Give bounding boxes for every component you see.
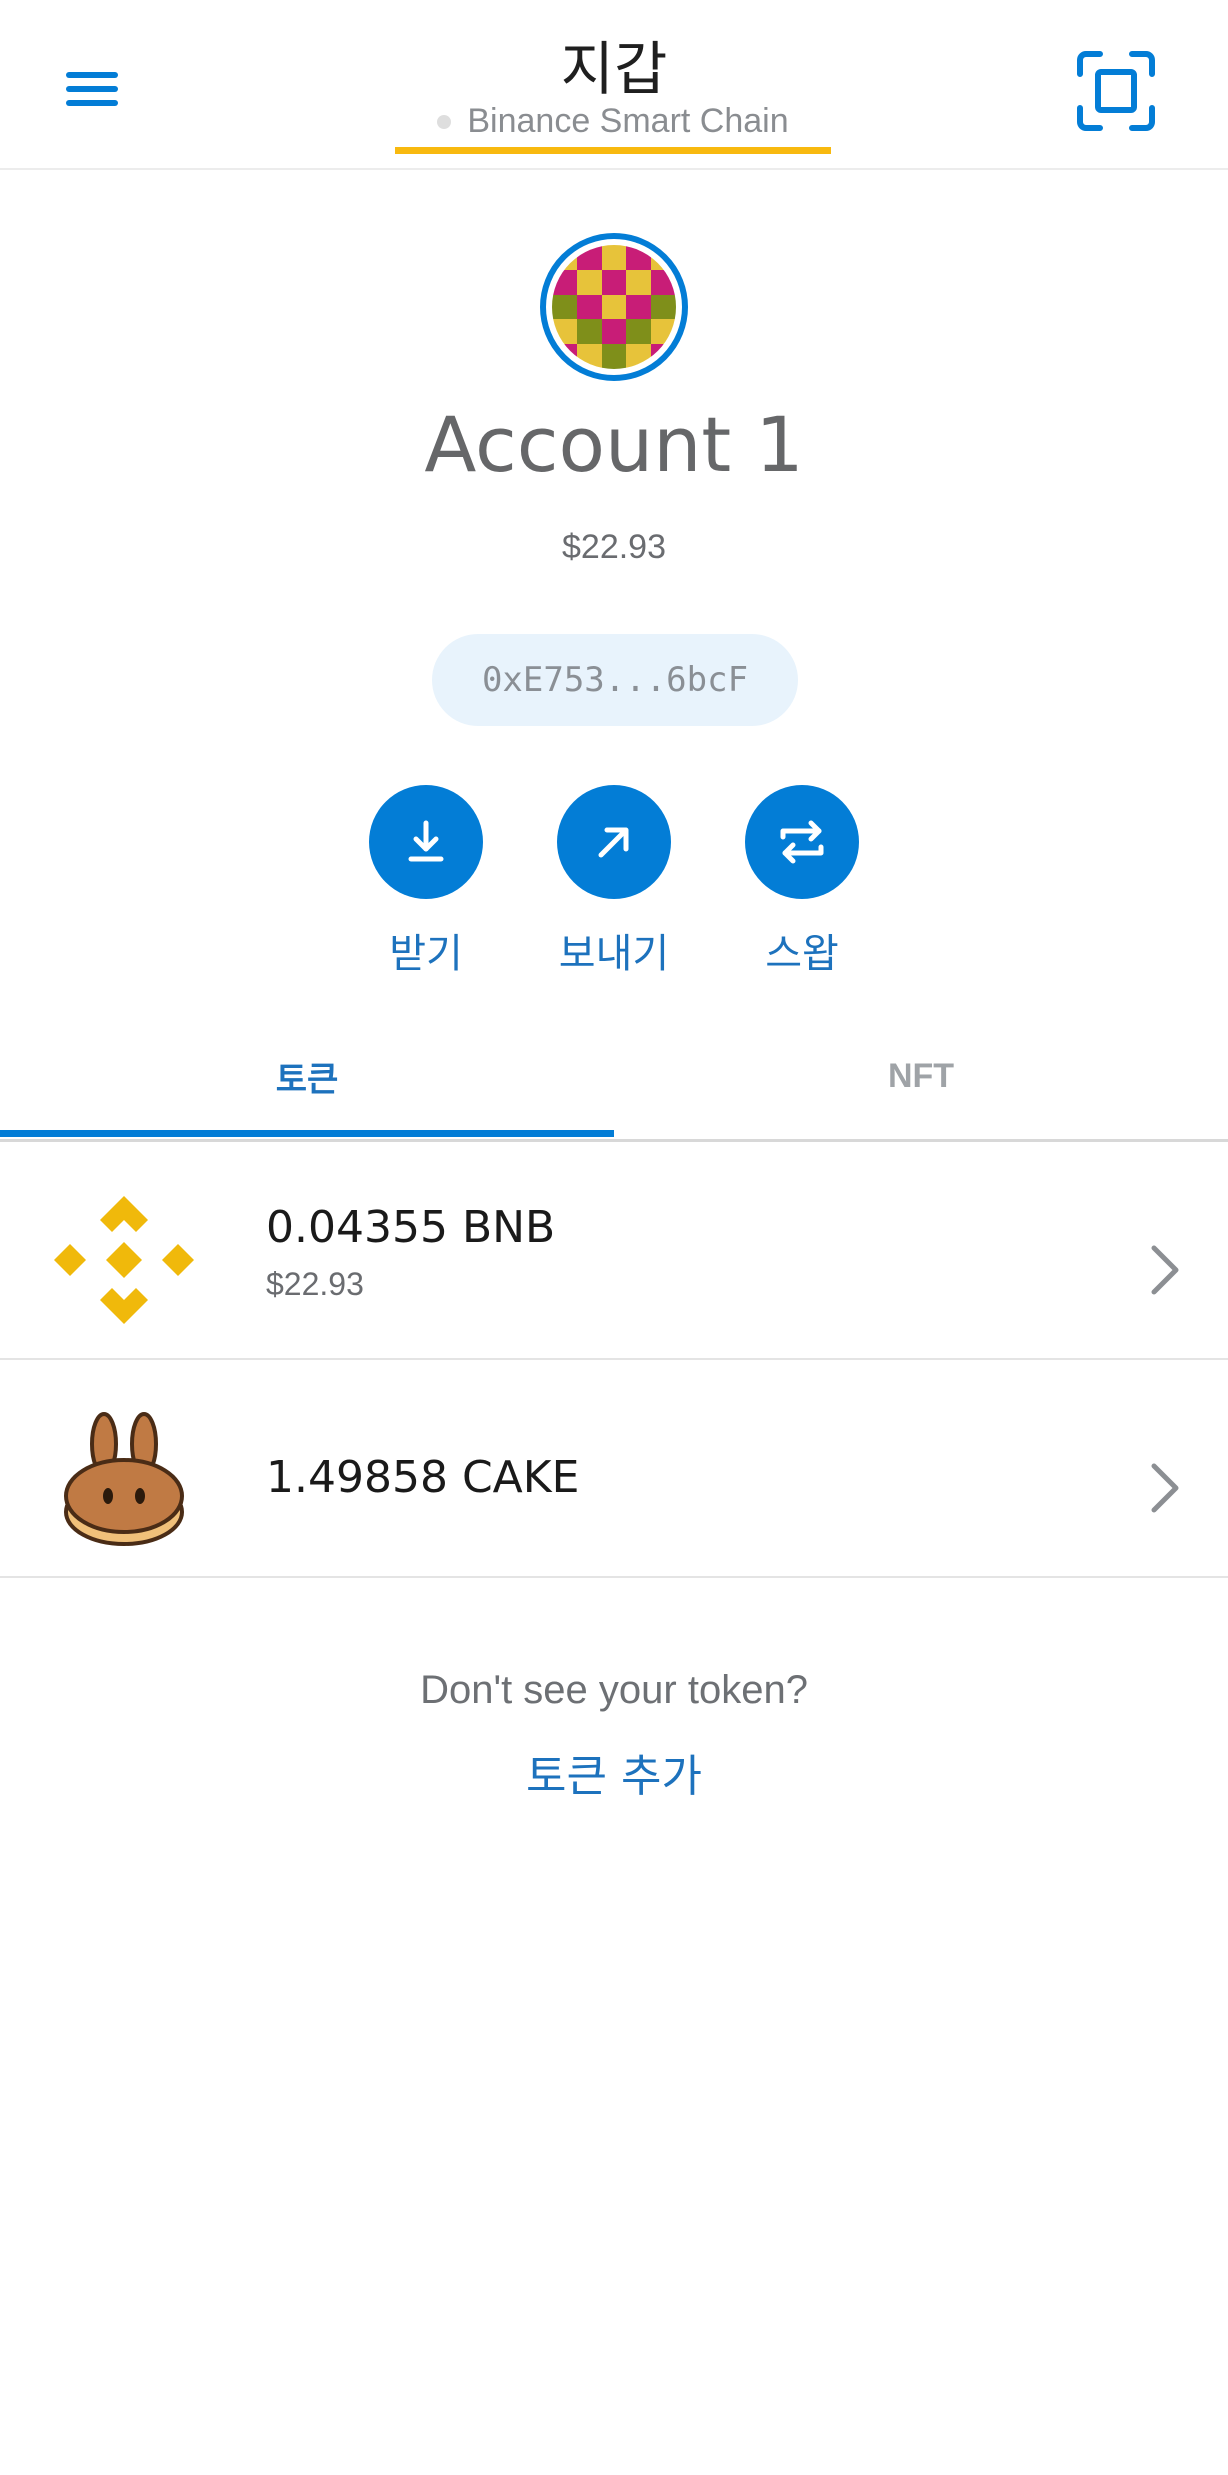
token-row-cake[interactable]: 1.49858 CAKE bbox=[0, 1362, 1228, 1578]
swap-button[interactable]: 스왑 bbox=[727, 785, 877, 985]
arrow-up-right-icon bbox=[598, 827, 629, 858]
receive-label: 받기 bbox=[389, 931, 463, 977]
bnb-logo-icon bbox=[54, 1196, 194, 1324]
swap-label: 스왑 bbox=[765, 931, 839, 977]
chevron-right-icon bbox=[1151, 1463, 1179, 1513]
active-tab-indicator bbox=[0, 1130, 614, 1137]
chevron-right-icon bbox=[1151, 1245, 1179, 1295]
send-label: 보내기 bbox=[558, 931, 670, 977]
page-title: 지갑 bbox=[560, 35, 668, 103]
account-address: 0xE753...6bcF bbox=[481, 660, 749, 700]
token-amount: 1.49858 CAKE bbox=[266, 1452, 580, 1503]
swap-icon bbox=[780, 820, 824, 864]
tab-nft[interactable]: NFT bbox=[614, 1010, 1228, 1142]
download-icon bbox=[408, 820, 444, 862]
identicon bbox=[552, 245, 676, 369]
network-name: Binance Smart Chain bbox=[467, 102, 789, 140]
send-button[interactable]: 보내기 bbox=[539, 785, 689, 985]
pancakeswap-logo-icon bbox=[64, 1412, 184, 1546]
app-header: 지갑 Binance Smart Chain bbox=[0, 0, 1228, 170]
account-avatar[interactable] bbox=[540, 233, 688, 381]
qr-scan-icon[interactable] bbox=[1076, 50, 1156, 132]
account-address-button[interactable]: 0xE753...6bcF bbox=[432, 634, 798, 726]
network-selector[interactable]: Binance Smart Chain bbox=[395, 96, 831, 154]
token-row-bnb[interactable]: 0.04355 BNB $22.93 bbox=[0, 1144, 1228, 1360]
token-fiat-value: $22.93 bbox=[266, 1266, 364, 1302]
account-balance: $22.93 bbox=[562, 528, 666, 566]
tab-tokens[interactable]: 토큰 bbox=[0, 1010, 614, 1142]
missing-token-prompt: Don't see your token? bbox=[420, 1668, 808, 1712]
receive-button[interactable]: 받기 bbox=[351, 785, 501, 985]
account-name[interactable]: Account 1 bbox=[0, 400, 1228, 489]
network-status-dot bbox=[437, 114, 452, 129]
token-amount: 0.04355 BNB bbox=[266, 1202, 556, 1253]
add-token-link[interactable]: 토큰 추가 bbox=[510, 1740, 718, 1804]
asset-tabs: 토큰 NFT bbox=[0, 1010, 1228, 1142]
